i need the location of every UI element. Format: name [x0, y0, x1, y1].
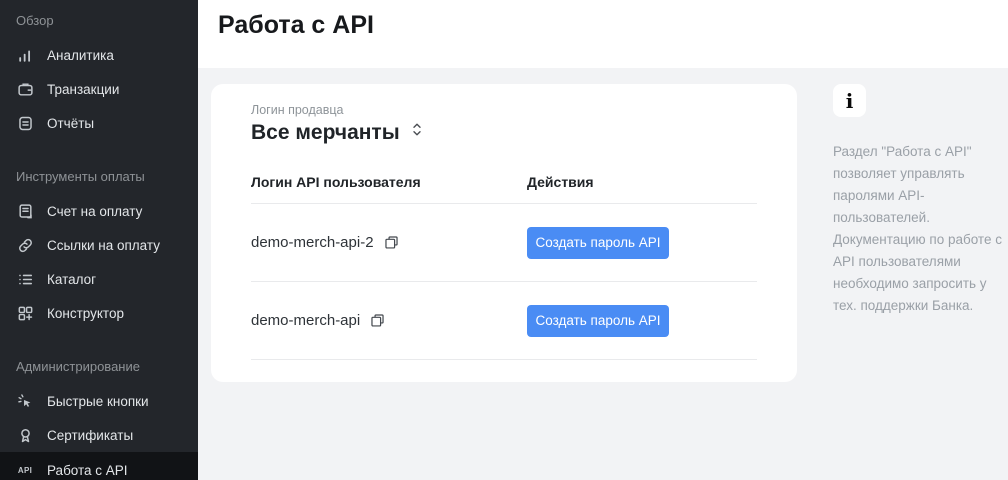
payment-link-icon — [16, 236, 34, 254]
catalog-icon — [16, 270, 34, 288]
sidebar-item-analytics[interactable]: Аналитика — [0, 38, 198, 72]
invoice-icon — [16, 202, 34, 220]
section-header-administration: Администрирование — [0, 358, 198, 376]
content-area: Логин продавца Все мерчанты Логин API по… — [198, 68, 1008, 480]
info-panel: i Раздел "Работа с API" позволяет управл… — [833, 84, 1005, 317]
column-header-actions: Действия — [527, 174, 757, 190]
table-row: demo-merch-api Создать пароль API — [251, 282, 757, 360]
sidebar-section-overview: Обзор Аналитика Транзакции — [0, 12, 198, 140]
sidebar-item-label: Аналитика — [47, 48, 114, 63]
sidebar-item-label: Транзакции — [47, 82, 119, 97]
copy-icon[interactable] — [384, 235, 399, 250]
merchant-select-control[interactable]: Все мерчанты — [251, 120, 422, 146]
create-api-password-button[interactable]: Создать пароль API — [527, 227, 669, 259]
sidebar-item-transactions[interactable]: Транзакции — [0, 72, 198, 106]
certificates-icon — [16, 426, 34, 444]
api-users-card: Логин продавца Все мерчанты Логин API по… — [211, 84, 797, 382]
sidebar-item-label: Отчёты — [47, 116, 94, 131]
sidebar-section-payment-tools: Инструменты оплаты Счет на оплату Ссылки… — [0, 168, 198, 330]
column-header-login: Логин API пользователя — [251, 174, 527, 190]
copy-icon[interactable] — [370, 313, 385, 328]
page-header: Работа с API — [198, 0, 1008, 68]
login-cell: demo-merch-api-2 — [251, 234, 527, 251]
sidebar-item-label: Ссылки на оплату — [47, 238, 160, 253]
sidebar-item-label: Быстрые кнопки — [47, 394, 149, 409]
constructor-icon — [16, 304, 34, 322]
transactions-icon — [16, 80, 34, 98]
sidebar-item-label: Счет на оплату — [47, 204, 142, 219]
api-login-text: demo-merch-api — [251, 312, 360, 329]
quick-buttons-icon — [16, 392, 34, 410]
create-api-password-button[interactable]: Создать пароль API — [527, 305, 669, 337]
actions-cell: Создать пароль API — [527, 227, 757, 259]
sidebar-item-label: Каталог — [47, 272, 96, 287]
sidebar-item-label: Конструктор — [47, 306, 124, 321]
merchant-select-value: Все мерчанты — [251, 120, 400, 146]
api-login-text: demo-merch-api-2 — [251, 234, 374, 251]
section-header-overview: Обзор — [0, 12, 198, 30]
reports-icon — [16, 114, 34, 132]
table-header-row: Логин API пользователя Действия — [251, 174, 757, 204]
info-icon: i — [833, 84, 866, 117]
sidebar-section-administration: Администрирование Быстрые кнопки Сертифи… — [0, 358, 198, 480]
login-cell: demo-merch-api — [251, 312, 527, 329]
sidebar: Обзор Аналитика Транзакции — [0, 0, 198, 480]
section-header-payment-tools: Инструменты оплаты — [0, 168, 198, 186]
sidebar-item-constructor[interactable]: Конструктор — [0, 296, 198, 330]
sidebar-item-invoice[interactable]: Счет на оплату — [0, 194, 198, 228]
sidebar-item-api[interactable]: API Работа с API — [0, 452, 198, 480]
main-area: Работа с API Логин продавца Все мерчанты… — [198, 0, 1008, 480]
sidebar-item-label: Работа с API — [47, 463, 128, 478]
analytics-icon — [16, 46, 34, 64]
sidebar-item-payment-links[interactable]: Ссылки на оплату — [0, 228, 198, 262]
api-icon: API — [16, 461, 34, 479]
sidebar-item-reports[interactable]: Отчёты — [0, 106, 198, 140]
table-row: demo-merch-api-2 Создать пароль API — [251, 204, 757, 282]
sidebar-item-catalog[interactable]: Каталог — [0, 262, 198, 296]
info-text: Раздел "Работа с API" позволяет управлят… — [833, 141, 1005, 317]
page-title: Работа с API — [218, 11, 1008, 40]
select-chevrons-icon — [412, 121, 422, 143]
merchant-select: Логин продавца Все мерчанты — [251, 103, 757, 146]
sidebar-item-certificates[interactable]: Сертификаты — [0, 418, 198, 452]
merchant-select-label: Логин продавца — [251, 103, 757, 117]
sidebar-item-label: Сертификаты — [47, 428, 133, 443]
sidebar-item-quick-buttons[interactable]: Быстрые кнопки — [0, 384, 198, 418]
actions-cell: Создать пароль API — [527, 305, 757, 337]
